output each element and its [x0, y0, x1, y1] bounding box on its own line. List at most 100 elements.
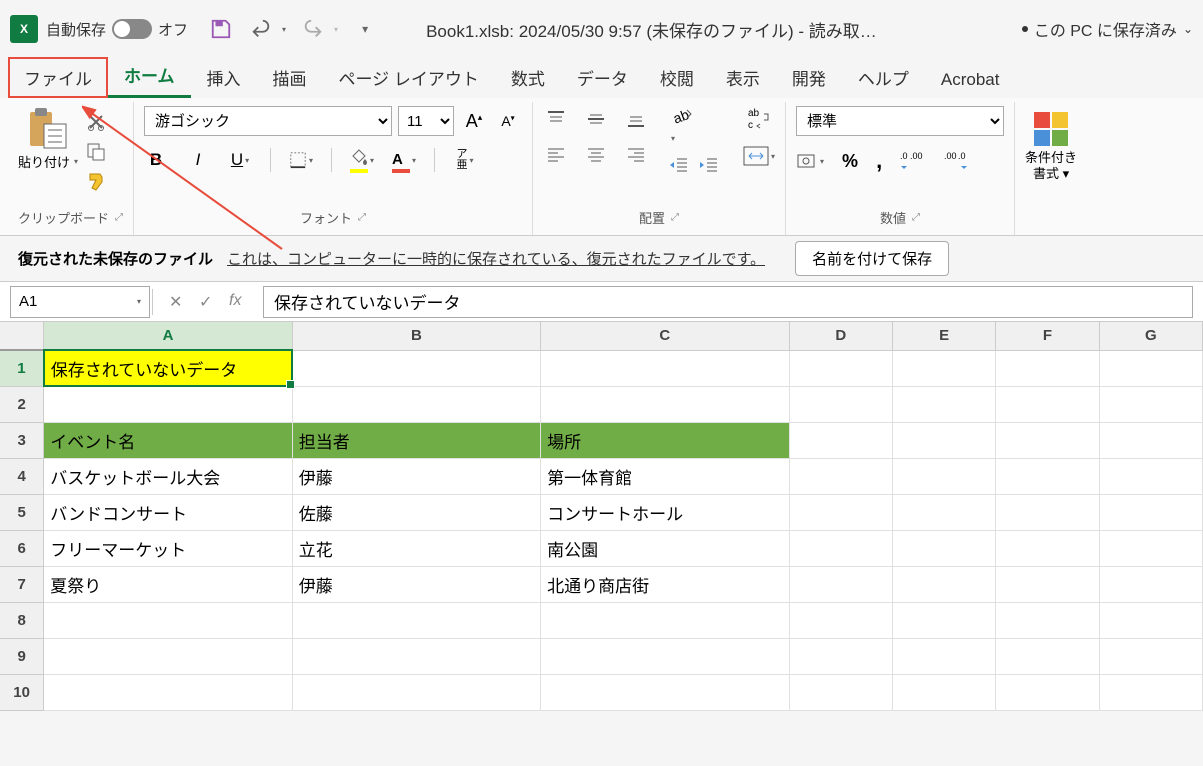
merge-cells-icon[interactable]: ▾ [743, 146, 775, 166]
cut-icon[interactable] [86, 112, 106, 132]
cancel-formula-icon[interactable]: ✕ [169, 292, 189, 312]
cell[interactable]: 第一体育館 [541, 458, 789, 494]
cell[interactable] [1099, 386, 1202, 422]
cell[interactable]: 南公園 [541, 530, 789, 566]
row-header[interactable]: 9 [0, 638, 44, 674]
number-launcher[interactable]: ⤢ [912, 212, 920, 223]
cell[interactable] [789, 386, 892, 422]
cell[interactable]: 保存されていないデータ [44, 350, 292, 386]
align-middle-icon[interactable] [583, 106, 609, 132]
align-top-icon[interactable] [543, 106, 569, 132]
increase-font-icon[interactable]: A▴ [460, 107, 488, 135]
name-box[interactable]: A1▾ [10, 286, 150, 318]
cell[interactable] [996, 638, 1099, 674]
currency-button[interactable]: ▾ [796, 151, 824, 171]
cell[interactable] [892, 602, 995, 638]
cell[interactable] [44, 386, 292, 422]
cell[interactable] [996, 674, 1099, 710]
tab-home[interactable]: ホーム [108, 54, 191, 98]
cell[interactable] [892, 638, 995, 674]
cell[interactable] [292, 602, 540, 638]
tab-review[interactable]: 校閲 [644, 57, 710, 98]
cell[interactable] [44, 602, 292, 638]
select-all-corner[interactable] [0, 322, 44, 350]
font-launcher[interactable]: ⤢ [358, 212, 366, 223]
row-header[interactable]: 6 [0, 530, 44, 566]
cell[interactable] [892, 458, 995, 494]
fill-color-button[interactable]: ▾ [350, 148, 374, 172]
cell[interactable] [892, 350, 995, 386]
row-header[interactable]: 8 [0, 602, 44, 638]
cell[interactable] [541, 386, 789, 422]
cell[interactable]: 担当者 [292, 422, 540, 458]
cell[interactable] [1099, 530, 1202, 566]
tab-view[interactable]: 表示 [710, 57, 776, 98]
row-header[interactable]: 2 [0, 386, 44, 422]
save-icon[interactable] [210, 18, 232, 40]
border-button[interactable]: ▾ [289, 148, 313, 172]
copy-icon[interactable] [86, 142, 106, 162]
cell[interactable] [44, 674, 292, 710]
tab-draw[interactable]: 描画 [257, 57, 323, 98]
spreadsheet-grid[interactable]: ABCDEFG1保存されていないデータ23イベント名担当者場所4バスケットボール… [0, 322, 1203, 711]
redo-dropdown[interactable]: ▾ [334, 25, 338, 34]
column-header[interactable]: C [541, 322, 789, 350]
cell[interactable]: 伊藤 [292, 458, 540, 494]
cell[interactable] [892, 566, 995, 602]
phonetic-button[interactable]: ア亜▾ [453, 148, 477, 172]
fx-icon[interactable]: fx [229, 292, 249, 312]
cell[interactable] [789, 602, 892, 638]
align-center-icon[interactable] [583, 142, 609, 168]
cell[interactable] [541, 602, 789, 638]
format-painter-icon[interactable] [86, 172, 106, 192]
tab-insert[interactable]: 挿入 [191, 57, 257, 98]
row-header[interactable]: 3 [0, 422, 44, 458]
cell[interactable] [892, 530, 995, 566]
cell[interactable] [44, 638, 292, 674]
row-header[interactable]: 4 [0, 458, 44, 494]
cell[interactable] [1099, 674, 1202, 710]
cell[interactable] [789, 638, 892, 674]
saved-status[interactable]: この PC に保存済み ⌄ [1022, 17, 1193, 41]
tab-file[interactable]: ファイル [8, 57, 108, 98]
column-header[interactable]: E [892, 322, 995, 350]
clipboard-launcher[interactable]: ⤢ [115, 212, 123, 223]
row-header[interactable]: 5 [0, 494, 44, 530]
conditional-format-button[interactable]: 条件付き書式 ▾ [1025, 106, 1077, 181]
autosave-toggle[interactable]: 自動保存 オフ [46, 19, 188, 40]
cell[interactable] [292, 386, 540, 422]
cell[interactable] [996, 386, 1099, 422]
cell[interactable]: コンサートホール [541, 494, 789, 530]
cell[interactable]: バスケットボール大会 [44, 458, 292, 494]
row-header[interactable]: 7 [0, 566, 44, 602]
cell[interactable]: バンドコンサート [44, 494, 292, 530]
decrease-font-icon[interactable]: A▾ [494, 107, 522, 135]
cell[interactable] [1099, 350, 1202, 386]
undo-dropdown[interactable]: ▾ [282, 25, 286, 34]
tab-formulas[interactable]: 数式 [495, 57, 561, 98]
cell[interactable] [996, 422, 1099, 458]
percent-button[interactable]: % [842, 151, 858, 172]
cell[interactable] [996, 566, 1099, 602]
confirm-formula-icon[interactable]: ✓ [199, 292, 219, 312]
toggle-switch[interactable] [112, 19, 152, 39]
cell[interactable] [541, 350, 789, 386]
save-as-button[interactable]: 名前を付けて保存 [795, 241, 949, 276]
cell[interactable] [892, 422, 995, 458]
increase-decimal-icon[interactable]: .0.00 [900, 151, 926, 171]
cell[interactable] [996, 602, 1099, 638]
tab-help[interactable]: ヘルプ [842, 57, 925, 98]
cell[interactable] [1099, 602, 1202, 638]
cell[interactable] [1099, 422, 1202, 458]
cell[interactable] [996, 458, 1099, 494]
row-header[interactable]: 10 [0, 674, 44, 710]
paste-icon[interactable] [28, 106, 68, 150]
underline-button[interactable]: U▾ [228, 148, 252, 172]
cell[interactable] [789, 494, 892, 530]
align-right-icon[interactable] [623, 142, 649, 168]
formula-input[interactable]: 保存されていないデータ [263, 286, 1193, 318]
row-header[interactable]: 1 [0, 350, 44, 386]
paste-button[interactable]: 貼り付け▾ [18, 152, 78, 171]
increase-indent-icon[interactable] [699, 156, 719, 174]
cell[interactable] [1099, 566, 1202, 602]
